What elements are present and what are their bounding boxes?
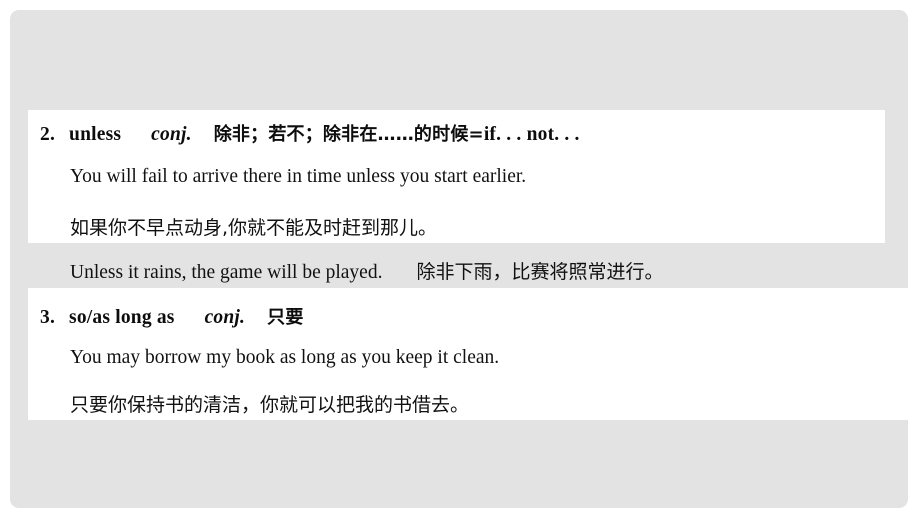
entry-number: 2. bbox=[40, 124, 56, 145]
entry-heading-unless: 2. unless conj. 除非；若不；除非在……的时候=if. . . not.… bbox=[40, 120, 580, 146]
highlight-example-english: Unless it rains, the game will be played… bbox=[70, 262, 383, 283]
entry-part-of-speech: conj. bbox=[204, 307, 246, 328]
entry-number: 3. bbox=[40, 307, 56, 328]
entry-gloss-chinese: 只要 bbox=[267, 307, 304, 328]
example-sentence-english-1: You will fail to arrive there in time un… bbox=[70, 166, 527, 187]
highlight-example-line: Unless it rains, the game will be played… bbox=[70, 257, 663, 284]
slide-stage: 2. unless conj. 除非；若不；除非在……的时候=if. . . not.… bbox=[10, 10, 908, 508]
highlight-example-chinese: 除非下雨，比赛将照常进行。 bbox=[416, 261, 664, 283]
example-sentence-chinese-1: 如果你不早点动身,你就不能及时赶到那儿。 bbox=[70, 217, 438, 239]
example-sentence-chinese-2: 只要你保持书的清洁，你就可以把我的书借去。 bbox=[70, 394, 470, 416]
entry-term: unless bbox=[69, 124, 122, 145]
entry-heading-as-long-as: 3. so/as long as conj. 只要 bbox=[40, 303, 304, 329]
entry-term: so/as long as bbox=[69, 307, 175, 328]
example-sentence-english-2: You may borrow my book as long as you ke… bbox=[70, 347, 500, 368]
entry-gloss-chinese: 除非；若不；除非在……的时候= bbox=[213, 124, 484, 145]
entry-part-of-speech: conj. bbox=[151, 124, 192, 145]
entry-gloss-tail: if. . . not. . . bbox=[483, 124, 580, 145]
